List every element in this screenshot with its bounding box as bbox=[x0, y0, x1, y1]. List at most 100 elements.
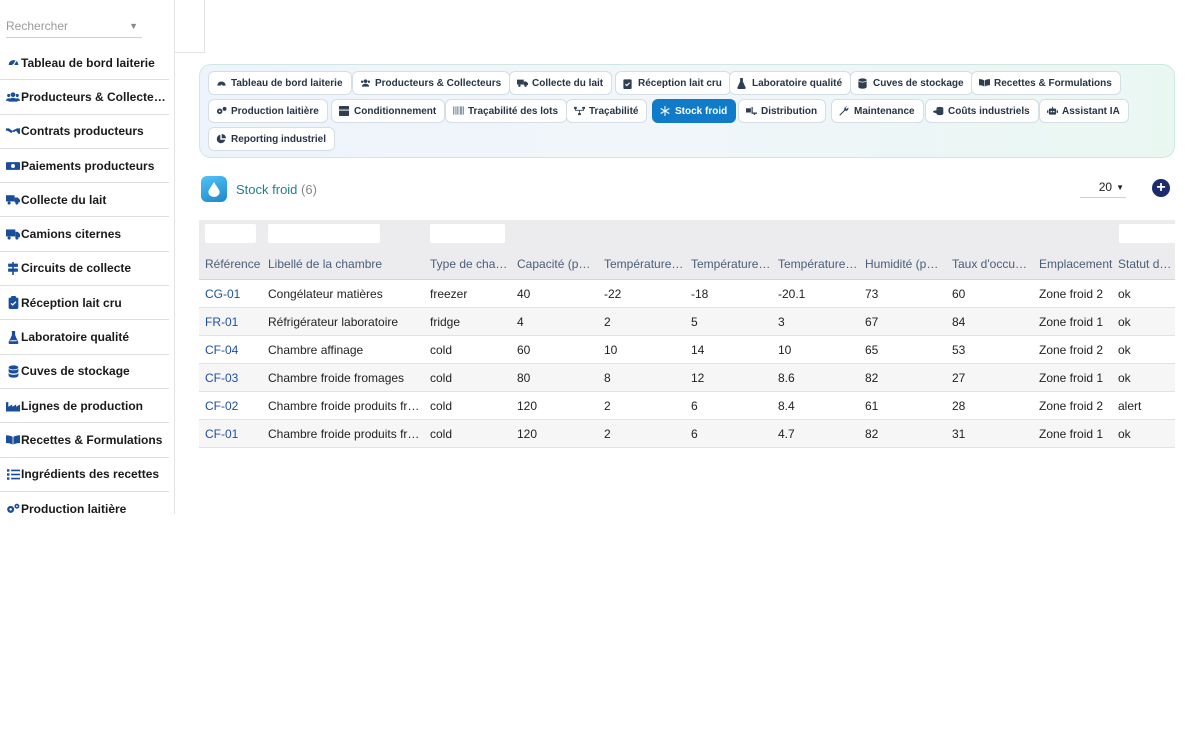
table-row[interactable]: CF-03 Chambre froide fromages cold 80 8 … bbox=[199, 364, 1175, 392]
chevron-down-icon: ▼ bbox=[1116, 183, 1124, 192]
column-header-type[interactable]: Type de cha… bbox=[430, 257, 510, 271]
table-row[interactable]: CF-04 Chambre affinage cold 60 10 14 10 … bbox=[199, 336, 1175, 364]
sidebar-search-select[interactable]: Rechercher ▼ bbox=[6, 14, 142, 38]
cell-reference[interactable]: CG-01 bbox=[205, 287, 263, 301]
nav-chip-cuves[interactable]: Cuves de stockage bbox=[850, 71, 973, 95]
module-nav-panel: Tableau de bord laiterie Producteurs & C… bbox=[199, 64, 1175, 158]
nav-chip-producteurs[interactable]: Producteurs & Collecteurs bbox=[352, 71, 511, 95]
sidebar-item-lignes[interactable]: Lignes de production bbox=[0, 389, 169, 424]
cell-taux-occupation: 31 bbox=[952, 427, 966, 441]
table-row[interactable]: FR-01 Réfrigérateur laboratoire fridge 4… bbox=[199, 308, 1175, 336]
cell-reference[interactable]: CF-04 bbox=[205, 343, 263, 357]
column-header-capacite[interactable]: Capacité (pa… bbox=[517, 257, 597, 271]
nav-chip-tracabilite[interactable]: Traçabilité bbox=[566, 99, 648, 123]
cell-taux-occupation: 27 bbox=[952, 371, 966, 385]
box-icon bbox=[339, 105, 350, 117]
sidebar-item-producteurs[interactable]: Producteurs & Collecteurs bbox=[0, 80, 169, 115]
column-header-statut[interactable]: Statut de la bbox=[1118, 257, 1175, 271]
cell-emplacement: Zone froid 2 bbox=[1039, 287, 1104, 301]
clipboard-check-icon bbox=[6, 296, 20, 310]
sidebar-item-label: Contrats producteurs bbox=[21, 124, 144, 139]
filter-input-libelle[interactable] bbox=[268, 224, 380, 243]
cell-temperature-min: 10 bbox=[604, 343, 618, 357]
column-header-emplacement[interactable]: Emplacement bbox=[1039, 257, 1119, 271]
wrench-icon bbox=[839, 106, 850, 117]
column-header-libelle[interactable]: Libellé de la chambre bbox=[268, 257, 418, 271]
flask-icon bbox=[737, 77, 748, 89]
cell-temperature-actuelle: -20.1 bbox=[778, 287, 806, 301]
column-header-reference[interactable]: Référence bbox=[205, 257, 263, 271]
sidebar-item-paiements[interactable]: Paiements producteurs bbox=[0, 149, 169, 184]
sidebar-item-collecte[interactable]: Collecte du lait bbox=[0, 183, 169, 218]
nav-chip-assistant-ia[interactable]: Assistant IA bbox=[1039, 99, 1129, 123]
nav-chip-laboratoire[interactable]: Laboratoire qualité bbox=[729, 71, 852, 95]
column-header-temperature-actuelle[interactable]: Température… bbox=[778, 257, 858, 271]
sidebar-item-camions[interactable]: Camions citernes bbox=[0, 217, 169, 252]
nav-chip-label: Recettes & Formulations bbox=[994, 77, 1112, 89]
filter-input-statut[interactable] bbox=[1119, 224, 1175, 243]
nav-chip-collecte[interactable]: Collecte du lait bbox=[509, 71, 613, 95]
nav-chip-label: Stock froid bbox=[675, 105, 728, 117]
chart-pie-icon bbox=[216, 133, 227, 145]
nav-chip-tableau-de-bord[interactable]: Tableau de bord laiterie bbox=[208, 71, 352, 95]
sidebar-item-label: Camions citernes bbox=[21, 227, 122, 242]
clipboard-check-icon bbox=[623, 78, 634, 89]
sidebar-item-tableau-de-bord[interactable]: Tableau de bord laiterie bbox=[0, 46, 169, 81]
column-header-temperature-max[interactable]: Température… bbox=[691, 257, 771, 271]
nav-chip-stock-froid[interactable]: Stock froid bbox=[652, 99, 737, 123]
truck-icon bbox=[6, 193, 20, 207]
nav-chip-maintenance[interactable]: Maintenance bbox=[831, 99, 924, 123]
cell-temperature-actuelle: 3 bbox=[778, 315, 785, 329]
search-placeholder: Rechercher bbox=[6, 19, 69, 33]
cell-temperature-actuelle: 10 bbox=[778, 343, 792, 357]
nav-chip-label: Collecte du lait bbox=[532, 77, 604, 89]
sidebar-item-circuits[interactable]: Circuits de collecte bbox=[0, 252, 169, 287]
book-open-icon bbox=[979, 78, 990, 89]
column-header-temperature-min[interactable]: Température… bbox=[604, 257, 684, 271]
sidebar-item-contrats[interactable]: Contrats producteurs bbox=[0, 115, 169, 149]
nav-chip-label: Assistant IA bbox=[1062, 105, 1120, 117]
cogs-icon bbox=[216, 106, 227, 117]
table-row[interactable]: CF-01 Chambre froide produits frais cold… bbox=[199, 420, 1175, 448]
table-row[interactable]: CG-01 Congélateur matières freezer 40 -2… bbox=[199, 280, 1175, 308]
sidebar-item-label: Collecte du lait bbox=[21, 192, 107, 207]
nav-chip-distribution[interactable]: Distribution bbox=[738, 99, 827, 123]
cell-capacite: 80 bbox=[517, 371, 531, 385]
column-header-taux-occupation[interactable]: Taux d'occu… bbox=[952, 257, 1032, 271]
money-bill-icon bbox=[6, 159, 20, 173]
truck-moving-icon bbox=[6, 227, 20, 241]
nav-chip-production[interactable]: Production laitière bbox=[208, 99, 328, 123]
nav-chip-couts[interactable]: Coûts industriels bbox=[925, 99, 1039, 123]
page-size-select[interactable]: 20 ▼ bbox=[1080, 177, 1126, 198]
cell-humidite: 82 bbox=[865, 371, 879, 385]
barcode-icon bbox=[453, 105, 464, 117]
nav-chip-tracabilite-lots[interactable]: Traçabilité des lots bbox=[445, 99, 568, 123]
cell-reference[interactable]: CF-01 bbox=[205, 427, 263, 441]
column-header-humidite[interactable]: Humidité (po… bbox=[865, 257, 945, 271]
sidebar-item-production[interactable]: Production laitière bbox=[0, 492, 169, 514]
signs-icon bbox=[6, 261, 20, 275]
sidebar-item-label: Cuves de stockage bbox=[21, 364, 130, 379]
nav-chip-conditionnement[interactable]: Conditionnement bbox=[331, 99, 446, 123]
cell-type: cold bbox=[430, 371, 453, 385]
sidebar-item-laboratoire[interactable]: Laboratoire qualité bbox=[0, 320, 169, 355]
add-record-button[interactable]: + bbox=[1152, 179, 1170, 197]
filter-input-reference[interactable] bbox=[205, 224, 256, 243]
nav-chip-reporting[interactable]: Reporting industriel bbox=[208, 127, 335, 151]
table-row[interactable]: CF-02 Chambre froide produits frais cold… bbox=[199, 392, 1175, 420]
cell-libelle: Réfrigérateur laboratoire bbox=[268, 315, 399, 329]
sidebar-item-cuves[interactable]: Cuves de stockage bbox=[0, 355, 169, 389]
sidebar-item-reception[interactable]: Réception lait cru bbox=[0, 286, 169, 321]
nav-chip-recettes[interactable]: Recettes & Formulations bbox=[971, 71, 1121, 95]
industry-icon bbox=[6, 399, 20, 413]
sidebar-item-recettes[interactable]: Recettes & Formulations bbox=[0, 423, 169, 458]
cell-reference[interactable]: CF-03 bbox=[205, 371, 263, 385]
cell-reference[interactable]: CF-02 bbox=[205, 399, 263, 413]
cell-statut: ok bbox=[1118, 343, 1131, 357]
cell-reference[interactable]: FR-01 bbox=[205, 315, 263, 329]
filter-input-type[interactable] bbox=[430, 224, 505, 243]
page-title: Stock froid (6) bbox=[236, 182, 317, 197]
table-header: Référence Libellé de la chambre Type de … bbox=[199, 220, 1175, 280]
sidebar-item-ingredients[interactable]: Ingrédients des recettes bbox=[0, 458, 169, 492]
nav-chip-reception[interactable]: Réception lait cru bbox=[615, 71, 731, 95]
